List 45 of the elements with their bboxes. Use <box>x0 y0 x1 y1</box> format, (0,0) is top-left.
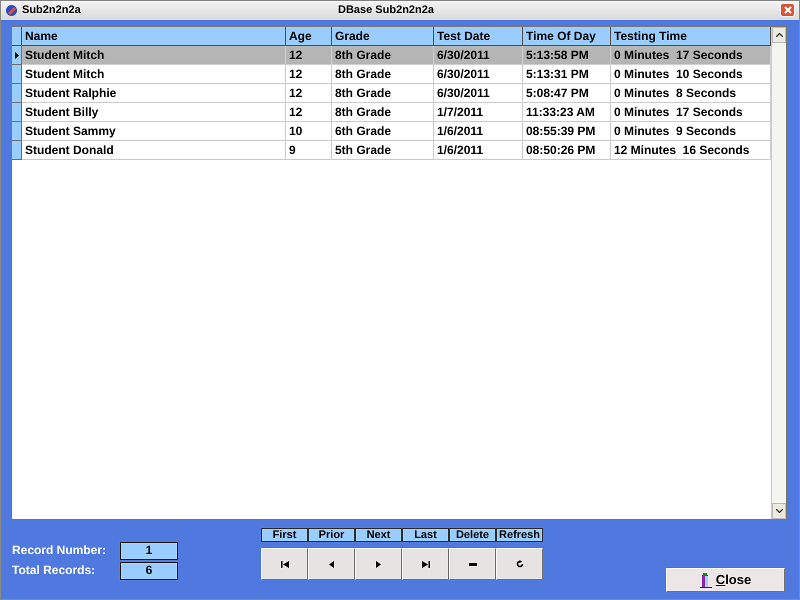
play-icon <box>376 560 381 568</box>
navigator-button[interactable] <box>355 548 402 580</box>
window-title: Sub2n2n2a <box>22 3 81 18</box>
window-caption: DBase Sub2n2n2a <box>338 3 434 18</box>
navigator-button[interactable] <box>402 548 449 580</box>
table-cell: Student Donald <box>22 141 286 160</box>
navigator-label: Refresh <box>496 528 543 542</box>
navigator-button[interactable] <box>261 548 308 580</box>
record-number-label: Record Number: <box>12 542 108 559</box>
table-cell: 5th Grade <box>332 141 434 160</box>
total-records-field: 6 <box>120 562 178 580</box>
table-cell: 9 <box>286 141 332 160</box>
refresh-icon <box>516 560 524 568</box>
table-row[interactable]: Student Billy 12 8th Grade 1/7/2011 11:33:23 AM 0 Minutes 17 Seconds <box>12 103 771 122</box>
close-button[interactable] <box>780 3 795 17</box>
navigator-button[interactable] <box>449 548 496 580</box>
minus-icon <box>468 562 476 566</box>
skip-back-icon <box>280 560 288 568</box>
table-cell: 1/6/2011 <box>434 141 523 160</box>
scroll-down-icon <box>776 509 782 513</box>
navigator-button[interactable] <box>308 548 355 580</box>
navigator-label: Delete <box>449 528 496 542</box>
navigator-label: Prior <box>308 528 355 542</box>
table-row[interactable]: Student Donald 9 5th Grade 1/6/2011 08:50:26 PM 12 Minutes 16 Seconds <box>12 141 771 160</box>
navigator-label: Next <box>355 528 402 542</box>
close-icon <box>784 6 792 14</box>
navigator-label: First <box>261 528 308 542</box>
table-row[interactable]: Student Mitch 12 8th Grade 6/30/2011 5:13:31 PM 0 Minutes 10 Seconds <box>12 65 771 84</box>
record-number-field: 1 <box>120 542 178 560</box>
table-cell: 08:50:26 PM <box>523 141 611 160</box>
navigator-label: Last <box>402 528 449 542</box>
row-selector[interactable] <box>12 46 22 65</box>
table-row[interactable]: Student Sammy 10 6th Grade 1/6/2011 08:55:39 PM 0 Minutes 9 Seconds <box>12 122 771 141</box>
total-records-label: Total Records: <box>12 562 96 579</box>
door-icon <box>700 572 712 588</box>
scrollbar[interactable] <box>771 27 786 519</box>
navigator-button[interactable] <box>496 548 543 580</box>
app-icon <box>5 4 18 17</box>
scroll-up-icon <box>776 33 782 37</box>
skip-forward-icon <box>422 560 430 568</box>
close-button[interactable]: Close <box>666 568 785 592</box>
row-pointer-icon <box>14 52 18 58</box>
play-back-icon <box>329 560 334 568</box>
table-row[interactable]: Student Ralphie 12 8th Grade 6/30/2011 5:08:47 PM 0 Minutes 8 Seconds <box>12 84 771 103</box>
table-row[interactable]: Student Mitch 12 8th Grade 6/30/2011 5:13:58 PM 0 Minutes 17 Seconds <box>12 46 771 65</box>
